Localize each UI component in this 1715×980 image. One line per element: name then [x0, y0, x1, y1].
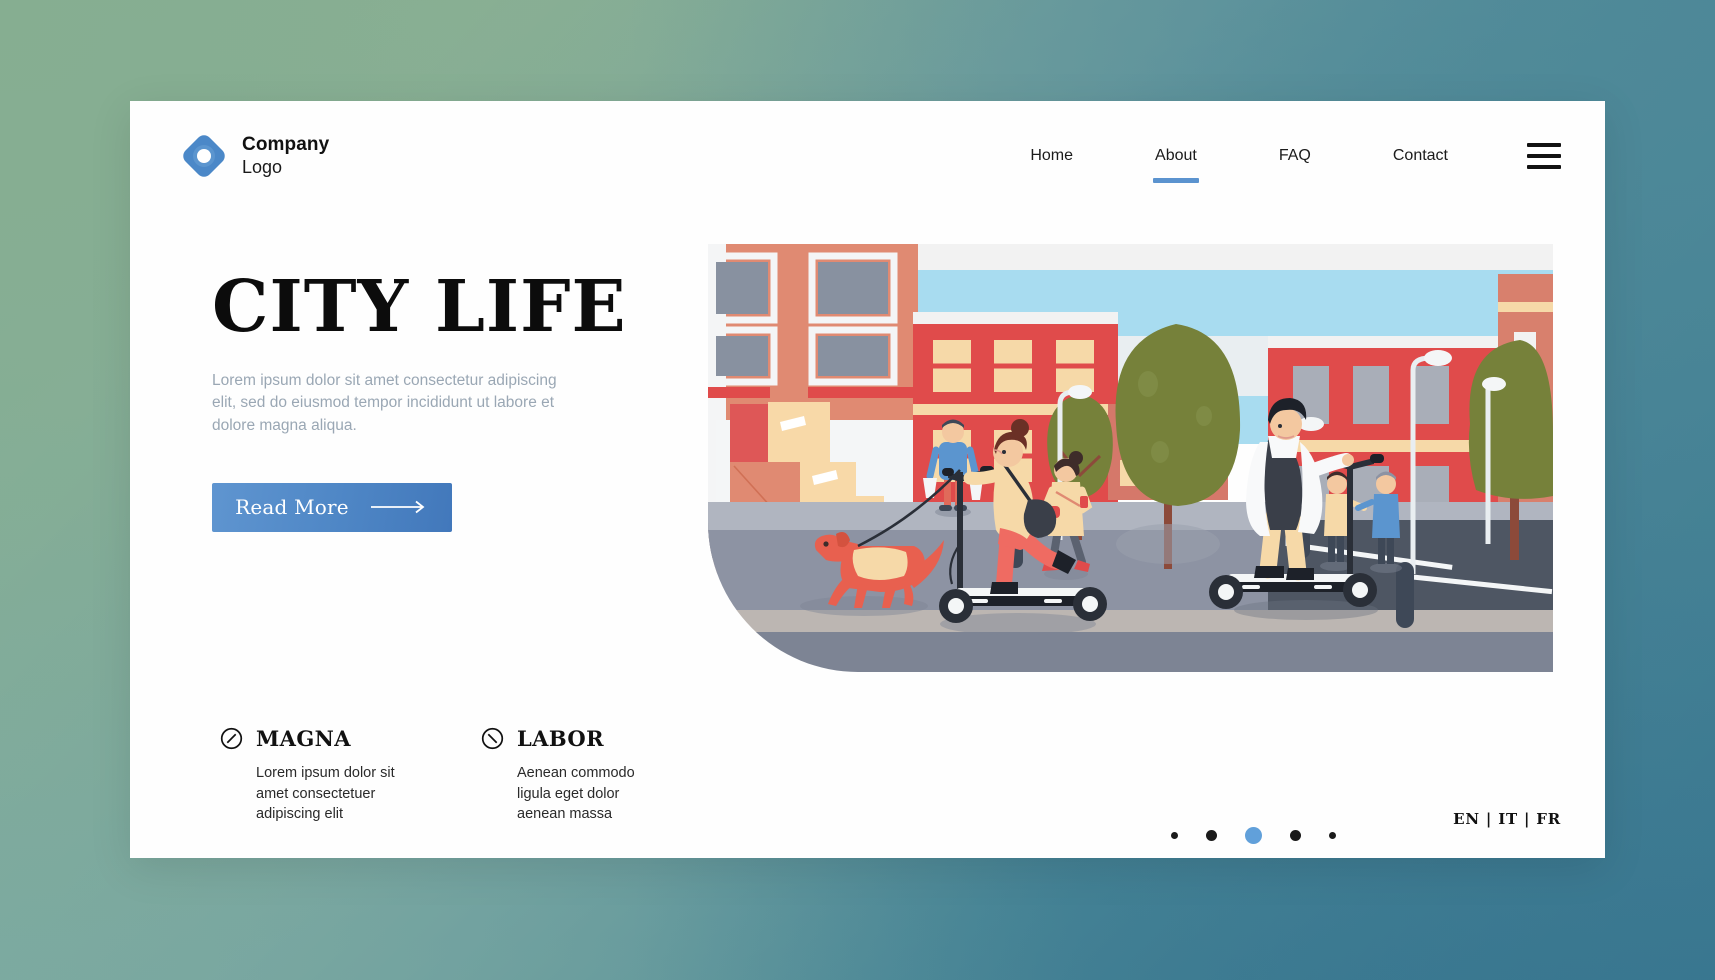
- feature-title: LABOR: [517, 726, 604, 751]
- landing-page-card: Company Logo Home About FAQ Contact CITY…: [130, 101, 1605, 858]
- feature-body: Aenean commodo ligula eget dolor aenean …: [517, 765, 635, 823]
- carousel-dots: [1157, 827, 1350, 844]
- feature-list: MAGNA Lorem ipsum dolor sit amet consect…: [220, 726, 656, 825]
- brand-logo[interactable]: Company Logo: [179, 131, 329, 181]
- feature-body: Lorem ipsum dolor sit amet consectetuer …: [256, 765, 395, 823]
- nav-item-about[interactable]: About: [1155, 141, 1197, 171]
- hero-text-block: CITY LIFE Lorem ipsum dolor sit amet con…: [212, 271, 772, 532]
- brand-text: Company Logo: [242, 134, 329, 178]
- long-right-arrow-icon: [370, 501, 425, 514]
- nav-item-contact[interactable]: Contact: [1393, 141, 1448, 171]
- carousel-dot-2[interactable]: [1206, 830, 1217, 841]
- hero-subcopy: Lorem ipsum dolor sit amet consectetur a…: [212, 372, 557, 434]
- circle-slash-down-icon: [481, 727, 504, 750]
- page-title: CITY LIFE: [212, 264, 627, 348]
- nav-item-faq[interactable]: FAQ: [1279, 141, 1311, 171]
- carousel-dot-3-active[interactable]: [1245, 827, 1262, 844]
- hamburger-menu-icon[interactable]: [1527, 143, 1561, 169]
- feature-header: MAGNA: [220, 726, 395, 751]
- read-more-button[interactable]: Read More: [212, 482, 452, 532]
- carousel-dot-1[interactable]: [1171, 832, 1178, 839]
- feature-title: MAGNA: [256, 726, 351, 751]
- brand-name-line1: Company: [242, 134, 330, 156]
- site-header: Company Logo Home About FAQ Contact: [130, 101, 1605, 211]
- carousel-dot-5[interactable]: [1329, 832, 1336, 839]
- main-navigation: Home About FAQ Contact: [989, 141, 1561, 171]
- feature-item-magna: MAGNA Lorem ipsum dolor sit amet consect…: [220, 726, 395, 825]
- circle-slash-up-icon: [220, 727, 243, 750]
- brand-name-line2: Logo: [242, 156, 283, 177]
- diamond-ring-logo-icon: [179, 131, 229, 181]
- city-street-scooter-illustration: [708, 244, 1553, 672]
- carousel-dot-4[interactable]: [1290, 830, 1301, 841]
- nav-item-home[interactable]: Home: [1030, 141, 1073, 171]
- language-switcher[interactable]: EN | IT | FR: [1453, 810, 1561, 828]
- feature-header: LABOR: [481, 726, 656, 751]
- read-more-label: Read More: [235, 495, 349, 520]
- feature-item-labor: LABOR Aenean commodo ligula eget dolor a…: [481, 726, 656, 825]
